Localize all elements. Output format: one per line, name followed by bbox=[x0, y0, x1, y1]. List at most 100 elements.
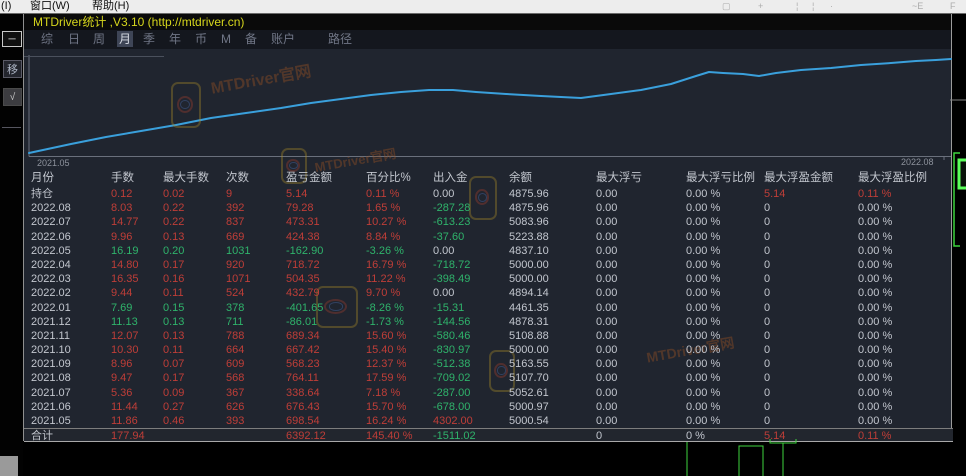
table-row[interactable]: 2021.098.960.07609568.2312.37 %-512.3851… bbox=[24, 357, 953, 371]
table-cell: 0.00 % bbox=[686, 329, 720, 343]
table-cell: 0 bbox=[764, 329, 770, 343]
table-cell: 5107.70 bbox=[509, 371, 549, 385]
column-header: 盈亏金额 bbox=[286, 171, 332, 185]
faint-toolbar-icon[interactable]: + bbox=[758, 0, 763, 13]
table-row[interactable]: 2022.0516.190.201031-162.90-3.26 %0.0048… bbox=[24, 244, 953, 258]
move-icon: 移 bbox=[7, 61, 18, 77]
faint-toolbar-icon[interactable]: · bbox=[830, 0, 833, 13]
faint-toolbar-icon[interactable]: ▢ bbox=[722, 0, 731, 13]
table-cell: 0.00 % bbox=[858, 357, 892, 371]
table-cell: 9.96 bbox=[111, 230, 132, 244]
table-total-row[interactable]: 合计177.946392.12145.40 %-1511.0200 %5.140… bbox=[24, 428, 953, 442]
column-header: 最大浮亏比例 bbox=[686, 171, 755, 185]
table-row[interactable]: 2022.0414.800.17920718.7216.79 %-718.725… bbox=[24, 258, 953, 272]
table-cell: 2022.04 bbox=[31, 258, 71, 272]
table-cell: 2022.03 bbox=[31, 272, 71, 286]
table-cell: 8.96 bbox=[111, 357, 132, 371]
tab-月[interactable]: 月 bbox=[117, 31, 133, 47]
panel-title[interactable]: MTDriver统计 ,V3.10 (http://mtdriver.cn) bbox=[24, 14, 951, 30]
table-cell: -401.65 bbox=[286, 301, 323, 315]
table-row[interactable]: 2021.1112.070.13788689.3415.60 %-580.465… bbox=[24, 329, 953, 343]
x-axis-end-label: 2022.08 bbox=[901, 157, 934, 167]
table-row[interactable]: 2021.0611.440.27626676.4315.70 %-678.005… bbox=[24, 400, 953, 414]
table-cell: 10.27 % bbox=[366, 215, 406, 229]
table-cell: 0.00 bbox=[596, 315, 617, 329]
table-row[interactable]: 2021.1010.300.11664667.4215.40 %-830.975… bbox=[24, 343, 953, 357]
table-cell: 0.00 bbox=[596, 286, 617, 300]
table-cell: 0 bbox=[764, 201, 770, 215]
tab-M[interactable]: M bbox=[219, 31, 233, 47]
table-cell: 1031 bbox=[226, 244, 250, 258]
table-cell: 676.43 bbox=[286, 400, 320, 414]
table-cell: 5223.88 bbox=[509, 230, 549, 244]
table-cell: 0.00 bbox=[596, 258, 617, 272]
table-cell: 0.00 % bbox=[686, 258, 720, 272]
table-cell: 0.11 bbox=[163, 343, 184, 357]
tab-账户[interactable]: 账户 bbox=[269, 31, 297, 47]
table-cell: 11.86 bbox=[111, 414, 138, 428]
column-header: 最大浮盈比例 bbox=[858, 171, 927, 185]
table-row[interactable]: 2022.0714.770.22837473.3110.27 %-613.235… bbox=[24, 215, 953, 229]
table-row[interactable]: 2022.088.030.2239279.281.65 %-287.284875… bbox=[24, 201, 953, 215]
watermark-logo bbox=[171, 82, 201, 128]
menu-partial[interactable]: (I) bbox=[1, 0, 11, 13]
table-cell: 568.23 bbox=[286, 357, 320, 371]
faint-toolbar-icon[interactable]: ¦ bbox=[796, 0, 798, 13]
os-menubar: (I) 窗口(W) 帮助(H) ▢ + ¦ ¦ · ~E F bbox=[0, 0, 966, 14]
faint-toolbar-icon[interactable]: F bbox=[950, 0, 956, 13]
equity-chart-svg bbox=[24, 50, 953, 166]
table-cell: 0.00 % bbox=[858, 301, 892, 315]
table-row[interactable]: 2021.089.470.17568764.1117.59 %-709.0251… bbox=[24, 371, 953, 385]
table-cell: 0 bbox=[764, 400, 770, 414]
menu-help[interactable]: 帮助(H) bbox=[92, 0, 129, 13]
table-cell: 718.72 bbox=[286, 258, 320, 272]
table-cell: 2021.11 bbox=[31, 329, 70, 343]
table-cell: 504.35 bbox=[286, 272, 320, 286]
table-row[interactable]: 2021.0511.860.46393698.5416.24 %4302.005… bbox=[24, 414, 953, 428]
table-cell: 8.84 % bbox=[366, 230, 400, 244]
table-cell: 664 bbox=[226, 343, 244, 357]
table-cell: 0.16 bbox=[163, 272, 184, 286]
table-row[interactable]: 2021.1211.130.13711-86.01-1.73 %-144.564… bbox=[24, 315, 953, 329]
tab-综[interactable]: 综 bbox=[39, 31, 55, 47]
table-cell: 0.00 % bbox=[686, 315, 720, 329]
tab-年[interactable]: 年 bbox=[167, 31, 183, 47]
column-header: 余额 bbox=[509, 171, 532, 185]
table-cell: 0.00 % bbox=[858, 400, 892, 414]
table-cell: 0 bbox=[596, 429, 602, 443]
table-cell: 177.94 bbox=[111, 429, 145, 443]
table-cell: 0.00 bbox=[596, 215, 617, 229]
table-cell: 0.00 bbox=[596, 244, 617, 258]
minimize-button[interactable]: ─ bbox=[2, 31, 22, 47]
table-cell: -1.73 % bbox=[366, 315, 404, 329]
tab-币[interactable]: 币 bbox=[193, 31, 209, 47]
table-cell: 7.18 % bbox=[366, 386, 400, 400]
table-cell: 4875.96 bbox=[509, 187, 549, 201]
table-cell: 2021.07 bbox=[31, 386, 71, 400]
table-row[interactable]: 2022.0316.350.161071504.3511.22 %-398.49… bbox=[24, 272, 953, 286]
table-row[interactable]: 持仓0.120.0295.140.11 %0.004875.960.000.00… bbox=[24, 187, 953, 201]
check-button[interactable]: √ bbox=[3, 88, 22, 106]
table-cell: 0.46 bbox=[163, 414, 184, 428]
table-row[interactable]: 2022.029.440.11524432.799.70 %0.004894.1… bbox=[24, 286, 953, 300]
menu-window[interactable]: 窗口(W) bbox=[30, 0, 70, 13]
tab-备[interactable]: 备 bbox=[243, 31, 259, 47]
table-cell: 2022.05 bbox=[31, 244, 71, 258]
table-cell: -678.00 bbox=[433, 400, 470, 414]
table-row[interactable]: 2022.017.690.15378-401.65-8.26 %-15.3144… bbox=[24, 301, 953, 315]
tab-周[interactable]: 周 bbox=[91, 31, 107, 47]
move-button[interactable]: 移 bbox=[3, 60, 22, 78]
tab-季[interactable]: 季 bbox=[141, 31, 157, 47]
table-row[interactable]: 2022.069.960.13669424.388.84 %-37.605223… bbox=[24, 230, 953, 244]
tab-日[interactable]: 日 bbox=[66, 31, 82, 47]
table-row[interactable]: 2021.075.360.09367338.647.18 %-287.00505… bbox=[24, 386, 953, 400]
faint-toolbar-icon[interactable]: ~E bbox=[912, 0, 923, 13]
table-cell: 0.00 % bbox=[686, 343, 720, 357]
table-cell: 0.00 % bbox=[686, 286, 720, 300]
table-cell: -8.26 % bbox=[366, 301, 404, 315]
table-cell: 626 bbox=[226, 400, 244, 414]
faint-toolbar-icon[interactable]: ¦ bbox=[812, 0, 814, 13]
table-cell: -830.97 bbox=[433, 343, 470, 357]
tab-path[interactable]: 路径 bbox=[326, 31, 354, 47]
table-cell: 378 bbox=[226, 301, 244, 315]
